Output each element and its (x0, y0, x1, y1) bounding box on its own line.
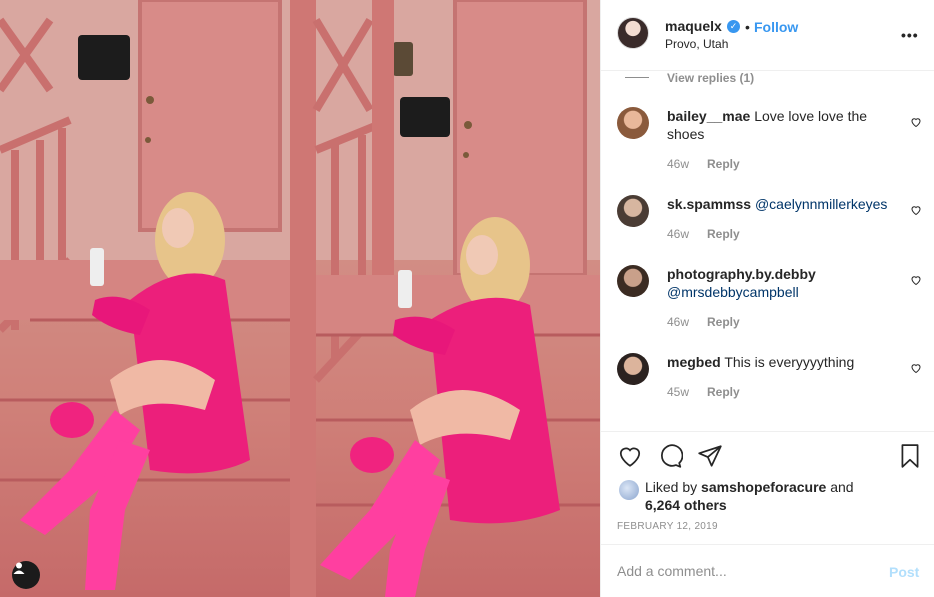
post-comment-button[interactable]: Post (889, 564, 919, 580)
reply-button[interactable]: Reply (707, 315, 740, 329)
like-heart-icon[interactable] (617, 443, 643, 469)
comment-meta: 46w Reply (667, 315, 740, 329)
likes-others-link[interactable]: 6,264 others (645, 497, 727, 513)
commenter-avatar[interactable] (617, 107, 649, 139)
replies-line-divider (625, 77, 649, 78)
comment-body: This is everyyyything (724, 354, 855, 370)
like-comment-heart-icon[interactable] (910, 116, 922, 128)
post-details-panel: maquelx ✓ • Follow Provo, Utah ••• View … (600, 0, 934, 597)
comment-text: megbed This is everyyyything (667, 353, 897, 371)
commenter-username[interactable]: photography.by.debby (667, 266, 816, 282)
add-comment-input[interactable] (617, 561, 877, 581)
likes-summary: Liked by samshopeforacure and 6,264 othe… (645, 478, 915, 514)
comment-meta: 46w Reply (667, 227, 740, 241)
like-comment-heart-icon[interactable] (910, 204, 922, 216)
comment-age: 46w (667, 227, 690, 241)
like-comment-heart-icon[interactable] (910, 274, 922, 286)
comment-text: bailey__mae Love love love the shoes (667, 107, 897, 143)
post-date: FEBRUARY 12, 2019 (617, 521, 718, 532)
photo-illustration (0, 0, 600, 597)
comment-bubble-icon[interactable] (657, 443, 683, 469)
tagged-users-button[interactable] (12, 561, 40, 589)
commenter-avatar[interactable] (617, 265, 649, 297)
comment-mention-link[interactable]: @caelynnmillerkeyes (755, 196, 887, 212)
view-replies-label: View replies (1) (667, 71, 755, 85)
likes-prefix: Liked by (645, 479, 698, 495)
comment-meta: 45w Reply (667, 385, 740, 399)
like-comment-heart-icon[interactable] (910, 362, 922, 374)
post-photo[interactable] (0, 0, 600, 597)
more-options-icon[interactable]: ••• (901, 27, 919, 43)
reply-button[interactable]: Reply (707, 227, 740, 241)
comment-age: 45w (667, 385, 690, 399)
commenter-avatar[interactable] (617, 353, 649, 385)
commenter-avatar[interactable] (617, 195, 649, 227)
person-icon (13, 562, 25, 574)
comment-text: sk.spammss @caelynnmillerkeyes (667, 195, 897, 213)
comment-meta: 46w Reply (667, 157, 740, 171)
liker-username[interactable]: samshopeforacure (701, 479, 826, 495)
likes-and: and (830, 479, 854, 495)
post-location[interactable]: Provo, Utah (665, 37, 728, 51)
commenter-username[interactable]: megbed (667, 354, 721, 370)
commenter-username[interactable]: bailey__mae (667, 108, 750, 124)
post-header: maquelx ✓ • Follow Provo, Utah ••• (601, 0, 934, 71)
comments-list[interactable]: View replies (1) bailey__mae Love love l… (601, 71, 934, 430)
comment-age: 46w (667, 315, 690, 329)
share-paper-plane-icon[interactable] (697, 443, 723, 469)
add-comment-bar: Post (601, 544, 934, 597)
separator-dot: • (745, 19, 750, 35)
view-replies-button[interactable]: View replies (1) (625, 71, 755, 85)
comment-mention-link[interactable]: @mrsdebbycampbell (667, 284, 799, 300)
reply-button[interactable]: Reply (707, 157, 740, 171)
save-bookmark-icon[interactable] (897, 443, 923, 469)
follow-button[interactable]: Follow (754, 19, 798, 35)
reply-button[interactable]: Reply (707, 385, 740, 399)
verified-badge-icon: ✓ (727, 20, 740, 33)
commenter-username[interactable]: sk.spammss (667, 196, 751, 212)
comment-text: photography.by.debby @mrsdebbycampbell (667, 265, 897, 301)
comment-age: 46w (667, 157, 690, 171)
author-avatar[interactable] (617, 17, 649, 49)
author-username[interactable]: maquelx (665, 18, 722, 34)
liker-avatar[interactable] (619, 480, 639, 500)
post-actions-bar: Liked by samshopeforacure and 6,264 othe… (601, 431, 934, 544)
